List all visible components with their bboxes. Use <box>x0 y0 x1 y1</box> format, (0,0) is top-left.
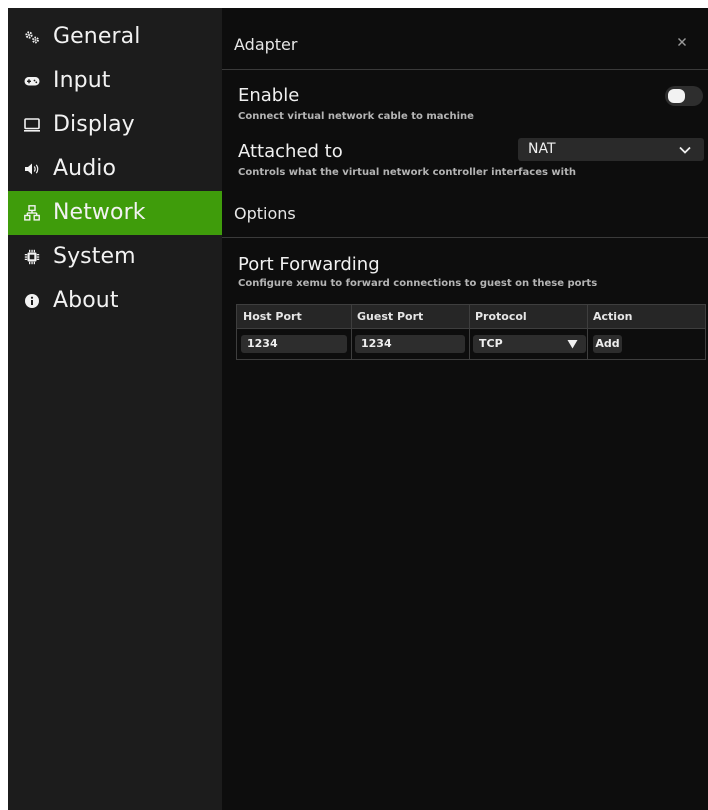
column-separator <box>469 305 470 359</box>
info-icon <box>24 293 40 309</box>
sidebar-item-general[interactable]: General <box>8 15 222 59</box>
monitor-icon <box>24 117 40 133</box>
enable-description: Connect virtual network cable to machine <box>238 111 474 122</box>
table-header <box>237 305 705 329</box>
close-icon <box>678 38 686 46</box>
column-separator <box>351 305 352 359</box>
network-settings-panel: Adapter Enable Connect virtual network c… <box>222 8 708 810</box>
enable-toggle[interactable] <box>665 86 703 106</box>
speaker-icon <box>24 161 40 177</box>
options-divider <box>222 237 708 238</box>
column-header-action: Action <box>593 310 633 323</box>
chip-icon <box>24 249 40 265</box>
adapter-divider <box>222 69 708 70</box>
close-button[interactable] <box>674 34 690 50</box>
toggle-knob <box>668 89 685 103</box>
sidebar-item-label: Display <box>53 112 135 137</box>
sidebar-item-display[interactable]: Display <box>8 103 222 147</box>
protocol-value: TCP <box>479 337 503 350</box>
enable-label: Enable <box>238 85 300 106</box>
settings-sidebar: General Input Display Audio Network Syst… <box>8 8 222 810</box>
sidebar-item-label: System <box>53 244 136 269</box>
attached-to-dropdown[interactable]: NAT <box>518 138 704 161</box>
sidebar-item-system[interactable]: System <box>8 235 222 279</box>
sidebar-item-label: General <box>53 24 141 49</box>
port-forwarding-description: Configure xemu to forward connections to… <box>238 278 598 289</box>
chevron-down-icon <box>679 146 691 154</box>
attached-to-value: NAT <box>528 141 556 157</box>
column-header-host-port: Host Port <box>243 310 302 323</box>
port-forwarding-title: Port Forwarding <box>238 254 380 275</box>
attached-to-label: Attached to <box>238 141 343 162</box>
triangle-down-icon <box>567 340 578 349</box>
column-header-guest-port: Guest Port <box>357 310 424 323</box>
network-icon <box>24 205 40 221</box>
add-button[interactable]: Add <box>593 335 622 353</box>
host-port-input[interactable]: 1234 <box>241 335 347 353</box>
sidebar-item-audio[interactable]: Audio <box>8 147 222 191</box>
attached-to-description: Controls what the virtual network contro… <box>238 167 576 178</box>
sidebar-item-label: Network <box>53 200 146 225</box>
options-section-title: Options <box>234 204 296 223</box>
sidebar-item-input[interactable]: Input <box>8 59 222 103</box>
adapter-section-title: Adapter <box>234 35 298 54</box>
column-header-protocol: Protocol <box>475 310 527 323</box>
sidebar-item-label: Input <box>53 68 111 93</box>
protocol-select[interactable]: TCP <box>473 335 586 353</box>
sidebar-item-about[interactable]: About <box>8 279 222 323</box>
guest-port-input[interactable]: 1234 <box>355 335 465 353</box>
gamepad-icon <box>24 73 40 89</box>
column-separator <box>587 305 588 359</box>
sidebar-item-network[interactable]: Network <box>8 191 222 235</box>
gears-icon <box>24 29 40 45</box>
sidebar-item-label: About <box>53 288 119 313</box>
sidebar-item-label: Audio <box>53 156 117 181</box>
settings-window: General Input Display Audio Network Syst… <box>8 8 708 810</box>
port-forwarding-table: Host Port Guest Port Protocol Action 123… <box>236 304 706 360</box>
